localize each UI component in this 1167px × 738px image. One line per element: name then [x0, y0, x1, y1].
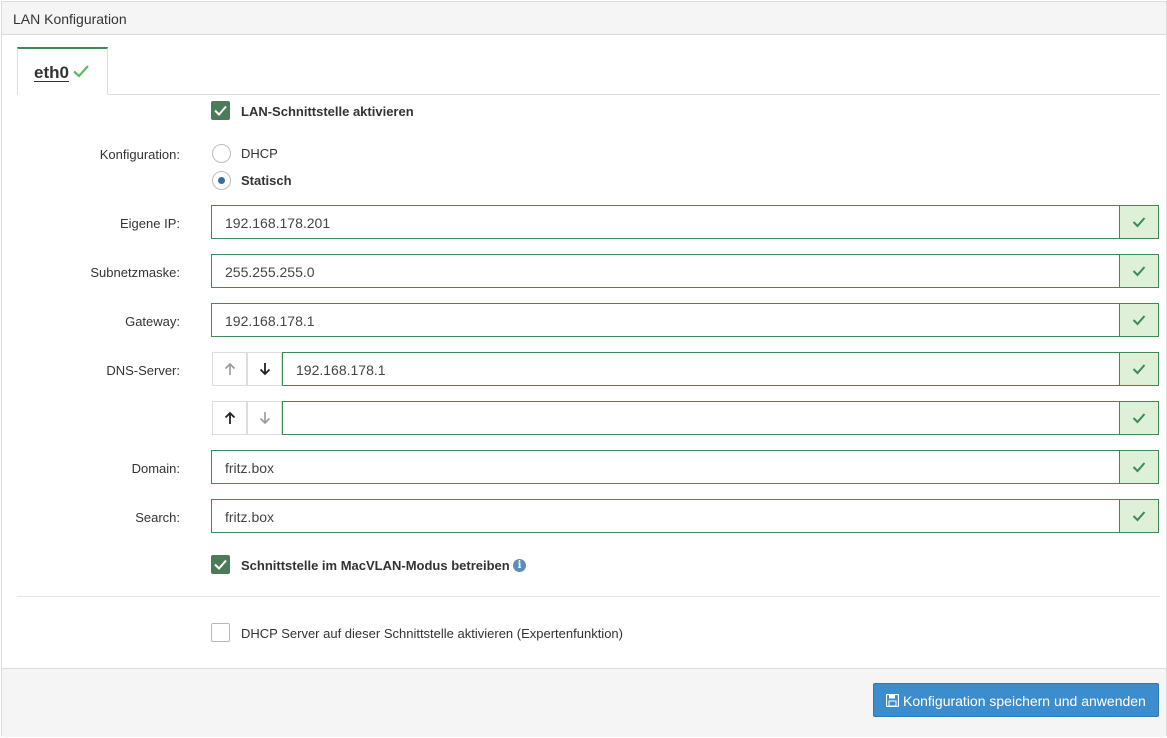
check-icon — [1132, 217, 1146, 228]
subnet-label: Subnetzmaske: — [90, 265, 180, 280]
dns1-input[interactable]: 192.168.178.1 — [282, 352, 1159, 386]
checkmark-icon — [214, 559, 227, 570]
save-button-label: Konfiguration speichern und anwenden — [903, 693, 1146, 709]
subnet-valid-addon — [1119, 255, 1158, 287]
dns1-value: 192.168.178.1 — [296, 362, 386, 378]
save-and-apply-button[interactable]: Konfiguration speichern und anwenden — [873, 683, 1159, 717]
info-icon[interactable]: i — [513, 559, 526, 572]
gateway-value: 192.168.178.1 — [225, 313, 315, 329]
radio-static-label: Statisch — [241, 173, 292, 188]
ip-value: 192.168.178.201 — [225, 215, 331, 231]
tab-label: eth0 — [34, 63, 69, 82]
check-icon — [1132, 511, 1146, 522]
dhcp-server-label: DHCP Server auf dieser Schnittstelle akt… — [241, 626, 623, 641]
check-icon — [1132, 364, 1146, 375]
search-value: fritz.box — [225, 509, 275, 525]
check-icon — [1132, 266, 1146, 277]
dns2-move-down-button[interactable] — [247, 401, 282, 435]
panel-heading: LAN Konfiguration — [2, 2, 1166, 35]
ip-valid-addon — [1119, 206, 1158, 238]
check-icon — [1132, 462, 1146, 473]
enable-lan-label: LAN-Schnittstelle aktivieren — [241, 104, 414, 119]
dns1-move-up-button[interactable] — [212, 352, 247, 386]
panel-footer: Konfiguration speichern und anwenden — [2, 668, 1166, 737]
checkmark-icon — [214, 105, 227, 116]
arrow-down-icon — [259, 363, 271, 376]
search-domain-input[interactable]: fritz.box — [211, 499, 1159, 533]
radio-dhcp-label: DHCP — [241, 146, 278, 161]
macvlan-label: Schnittstelle im MacVLAN-Modus betreiben — [241, 558, 510, 573]
radio-dhcp[interactable] — [212, 144, 231, 163]
check-icon — [1132, 413, 1146, 424]
arrow-down-icon — [259, 412, 271, 425]
gateway-input[interactable]: 192.168.178.1 — [211, 303, 1159, 337]
dns2-input[interactable] — [282, 401, 1159, 435]
domain-label: Domain: — [131, 461, 180, 476]
panel-title: LAN Konfiguration — [13, 11, 127, 27]
domain-input[interactable]: fritz.box — [211, 450, 1159, 484]
radio-static[interactable] — [212, 171, 231, 190]
lan-config-panel: LAN Konfiguration eth0 LAN-Schnittstelle… — [1, 1, 1167, 737]
dns2-valid-addon — [1119, 402, 1158, 434]
check-icon — [1132, 315, 1146, 326]
domain-value: fritz.box — [225, 460, 275, 476]
arrow-up-icon — [224, 411, 236, 424]
dns2-move-up-button[interactable] — [212, 401, 247, 435]
tab-eth0[interactable]: eth0 — [17, 47, 108, 95]
section-divider — [17, 596, 1160, 597]
config-label: Konfiguration: — [99, 147, 180, 162]
subnet-input[interactable]: 255.255.255.0 — [211, 254, 1159, 288]
check-icon — [73, 65, 89, 78]
search-valid-addon — [1119, 500, 1158, 532]
enable-lan-checkbox[interactable] — [211, 101, 230, 120]
dns-label: DNS-Server: — [106, 363, 180, 378]
floppy-disk-icon — [886, 694, 899, 707]
dns1-valid-addon — [1119, 353, 1158, 385]
gateway-valid-addon — [1119, 304, 1158, 336]
dhcp-server-checkbox[interactable] — [211, 623, 230, 642]
arrow-up-icon — [224, 362, 236, 375]
tabs-divider — [17, 94, 1160, 95]
macvlan-checkbox[interactable] — [211, 555, 230, 574]
ip-label: Eigene IP: — [120, 216, 180, 231]
domain-valid-addon — [1119, 451, 1158, 483]
search-label: Search: — [135, 510, 180, 525]
dns1-move-down-button[interactable] — [247, 352, 282, 386]
gateway-label: Gateway: — [125, 314, 180, 329]
ip-input[interactable]: 192.168.178.201 — [211, 205, 1159, 239]
subnet-value: 255.255.255.0 — [225, 264, 315, 280]
